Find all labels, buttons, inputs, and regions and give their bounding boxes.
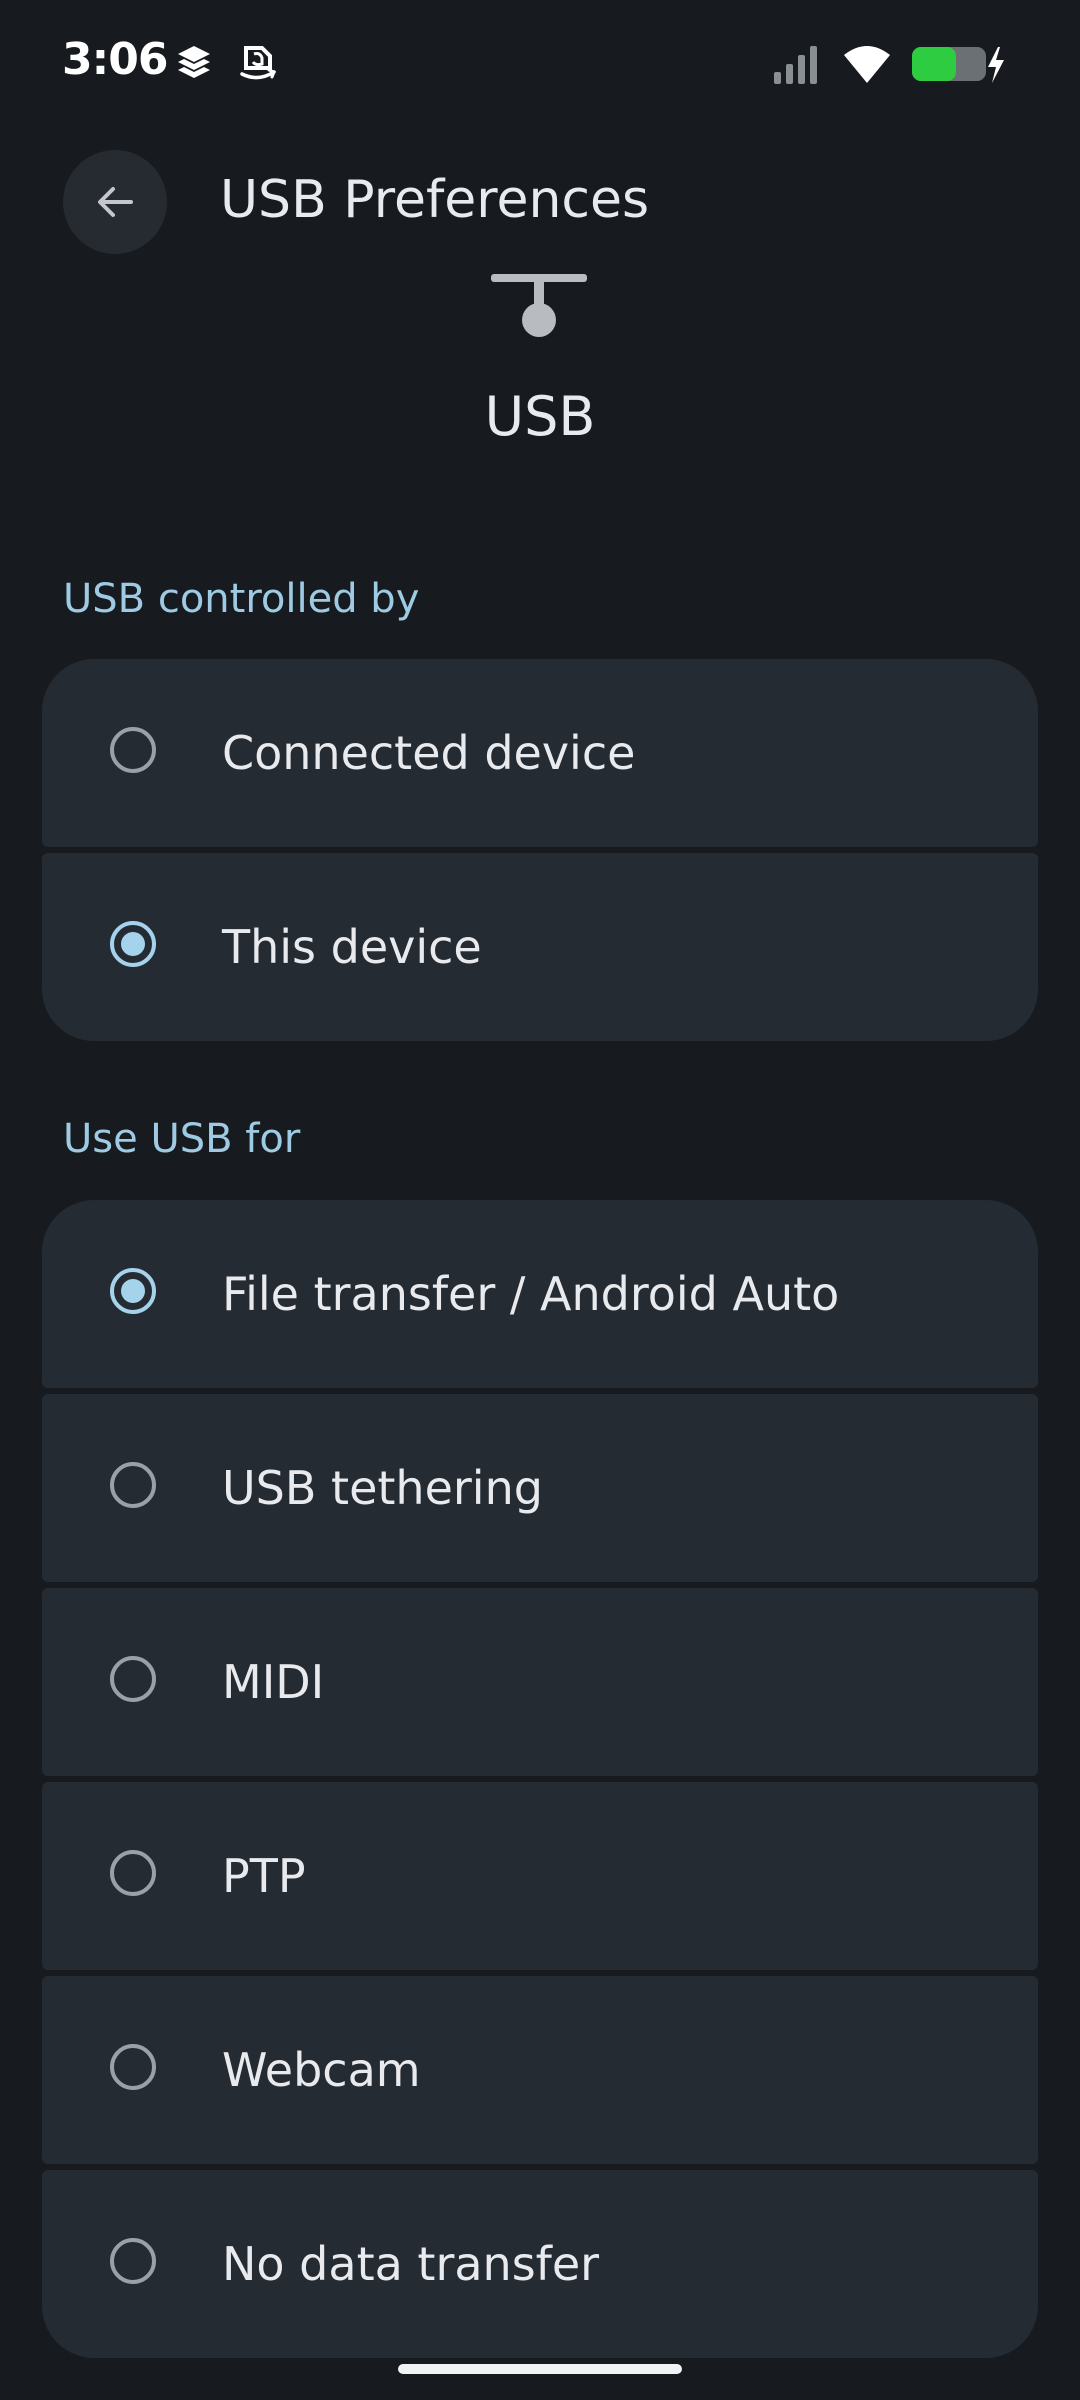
option-label: No data transfer <box>222 2237 600 2291</box>
section-header-use-usb-for: Use USB for <box>63 1116 301 1162</box>
option-label: PTP <box>222 1849 306 1903</box>
radio-button[interactable] <box>110 1268 156 1314</box>
option-file-transfer-android-auto[interactable]: File transfer / Android Auto <box>42 1200 1038 1388</box>
radio-button[interactable] <box>110 1850 156 1896</box>
option-label: Webcam <box>222 2043 421 2097</box>
option-no-data-transfer[interactable]: No data transfer <box>42 2170 1038 2358</box>
radio-selected-dot <box>121 932 145 956</box>
usb-controlled-by-group: Connected device This device <box>42 659 1038 1041</box>
radio-button[interactable] <box>110 2238 156 2284</box>
page-title: USB Preferences <box>220 170 650 230</box>
arrow-back-icon <box>98 187 133 217</box>
option-webcam[interactable]: Webcam <box>42 1976 1038 2164</box>
use-usb-for-group: File transfer / Android Auto USB tetherin… <box>42 1200 1038 2358</box>
option-connected-device[interactable]: Connected device <box>42 659 1038 847</box>
radio-button[interactable] <box>110 2044 156 2090</box>
radio-button[interactable] <box>110 1462 156 1508</box>
option-midi[interactable]: MIDI <box>42 1588 1038 1776</box>
radio-button[interactable] <box>110 1656 156 1702</box>
section-header-controlled-by: USB controlled by <box>63 576 420 622</box>
usb-heading: USB <box>484 385 596 448</box>
amazon-icon <box>236 40 280 84</box>
option-label: USB tethering <box>222 1461 543 1515</box>
option-label: MIDI <box>222 1655 325 1709</box>
option-label: This device <box>222 920 482 974</box>
gesture-nav-handle[interactable] <box>398 2364 682 2374</box>
option-label: File transfer / Android Auto <box>222 1267 840 1321</box>
option-label: Connected device <box>222 726 636 780</box>
status-time: 3:06 <box>62 34 168 85</box>
option-ptp[interactable]: PTP <box>42 1782 1038 1970</box>
radio-button[interactable] <box>110 921 156 967</box>
stack-icon <box>172 40 216 84</box>
wifi-icon <box>844 46 890 83</box>
status-icons <box>772 38 1006 90</box>
battery-charging-icon <box>912 47 1004 83</box>
status-bar: 3:06 <box>0 0 1080 130</box>
option-usb-tethering[interactable]: USB tethering <box>42 1394 1038 1582</box>
usb-icon <box>491 274 587 337</box>
radio-button[interactable] <box>110 727 156 773</box>
back-button[interactable] <box>63 150 167 254</box>
radio-selected-dot <box>121 1279 145 1303</box>
cell-signal-icon <box>774 46 817 84</box>
option-this-device[interactable]: This device <box>42 853 1038 1041</box>
